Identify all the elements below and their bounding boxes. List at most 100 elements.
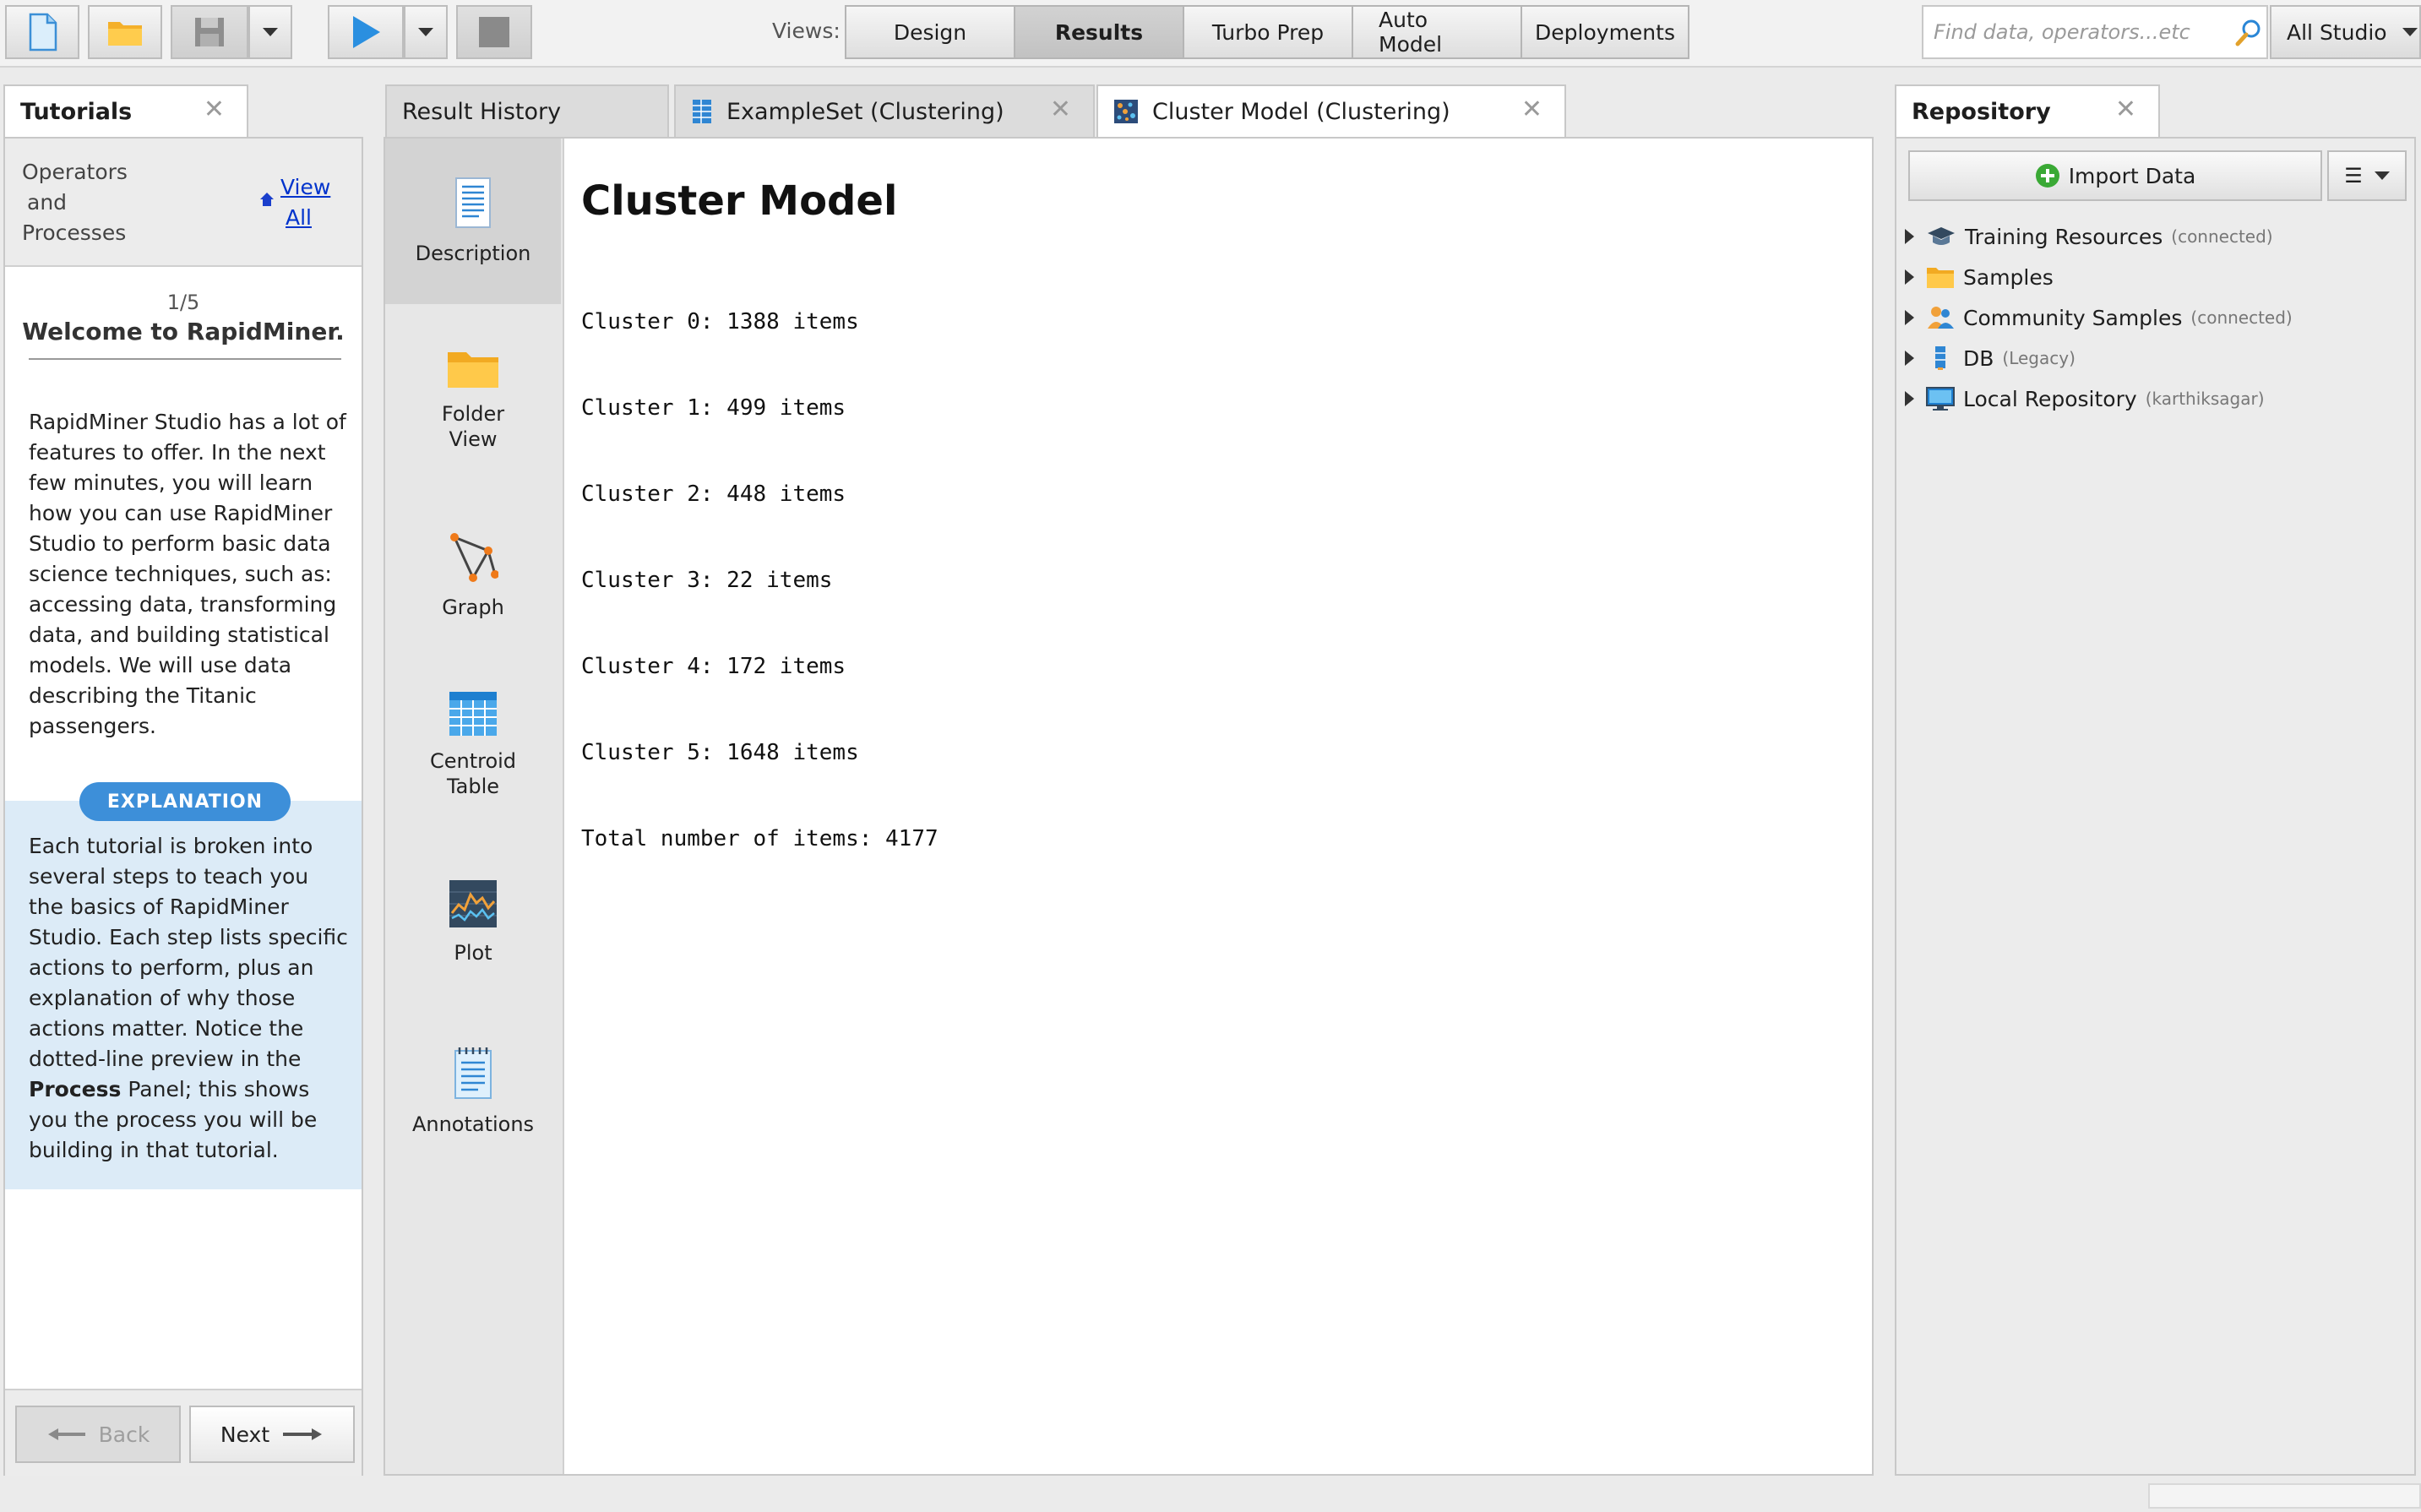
repo-item-note: (connected) (2171, 226, 2273, 247)
global-search (1922, 5, 2268, 59)
repo-item-community-samples[interactable]: Community Samples (connected) (1905, 301, 2293, 334)
repo-item-local-repository[interactable]: Local Repository (karthiksagar) (1905, 382, 2265, 416)
page-title: Cluster Model (581, 177, 898, 225)
search-input[interactable] (1932, 19, 2222, 45)
cluster-line: Cluster 4: 172 items (581, 654, 846, 679)
save-process-button[interactable] (171, 5, 248, 59)
expand-arrow-icon[interactable] (1905, 310, 1914, 325)
nav-label: Annotations (411, 1112, 535, 1136)
explanation-badge: EXPLANATION (79, 782, 291, 821)
search-icon[interactable] (2234, 18, 2263, 46)
nav-annotations[interactable]: Annotations (385, 1009, 561, 1174)
tab-repository[interactable]: Repository ✕ (1895, 84, 2160, 137)
run-process-button[interactable] (328, 5, 404, 59)
chevron-down-icon (2374, 171, 2390, 180)
monitor-icon (1926, 387, 1955, 411)
chevron-down-icon (418, 28, 433, 36)
step-counter: 1/5 (166, 291, 200, 314)
repository-tab-label: Repository (1912, 98, 2051, 125)
tab-cluster-model[interactable]: Cluster Model (Clustering) ✕ (1096, 84, 1566, 137)
new-document-icon (29, 13, 57, 52)
nav-label: Plot (454, 941, 492, 965)
back-button[interactable]: Back (15, 1406, 181, 1463)
stop-process-button[interactable] (456, 5, 532, 59)
expand-arrow-icon[interactable] (1905, 229, 1914, 244)
repo-item-label: Community Samples (1963, 305, 2183, 330)
home-icon (260, 193, 274, 206)
breadcrumb[interactable]: Operators and Processes (22, 157, 128, 248)
explanation-text-part: Each tutorial is broken into several ste… (29, 834, 348, 1071)
nav-graph[interactable]: Graph (385, 493, 561, 659)
tutorials-tab-label: Tutorials (20, 98, 133, 125)
nav-label: Folder View (441, 402, 505, 451)
view-all-link[interactable]: View All (258, 172, 330, 233)
add-circle-icon (2035, 164, 2059, 188)
cluster-line: Cluster 3: 22 items (581, 568, 833, 593)
expand-arrow-icon[interactable] (1905, 269, 1914, 285)
run-options-dropdown[interactable] (404, 5, 448, 59)
repository-menu-button[interactable]: ☰ (2327, 150, 2407, 201)
import-data-button[interactable]: Import Data (1908, 150, 2322, 201)
cluster-model-icon (1114, 100, 1138, 123)
nav-label: Graph (442, 596, 504, 619)
view-turbo-prep-button[interactable]: Turbo Prep (1184, 7, 1353, 57)
nav-description[interactable]: Description (385, 139, 561, 304)
view-deployments-button[interactable]: Deployments (1522, 7, 1688, 57)
nav-plot[interactable]: Plot (385, 840, 561, 1005)
breadcrumb-line: and (27, 190, 68, 215)
repo-item-samples[interactable]: Samples (1905, 260, 2054, 294)
main-toolbar: Views: Design Results Turbo Prep Auto Mo… (0, 0, 2421, 68)
nav-folder-view[interactable]: Folder View (385, 316, 561, 481)
chevron-down-icon (263, 28, 278, 36)
nav-centroid-table[interactable]: Centroid Table (385, 662, 561, 828)
result-view-nav: Description Folder View Graph Centroid T… (385, 139, 564, 1474)
views-label: Views: (772, 19, 841, 43)
search-scope-select[interactable]: All Studio (2270, 5, 2421, 59)
notepad-icon (454, 1047, 492, 1099)
cluster-total-line: Total number of items: 4177 (581, 826, 938, 851)
tutorial-body-text: RapidMiner Studio has a lot of features … (29, 410, 346, 738)
save-options-dropdown[interactable] (248, 5, 292, 59)
repo-item-training-resources[interactable]: Training Resources (connected) (1905, 220, 2273, 253)
chevron-down-icon (2402, 28, 2418, 36)
cluster-summary: Cluster 0: 1388 items Cluster 1: 499 ite… (581, 250, 938, 911)
repository-panel: Import Data ☰ Training Resources (connec… (1895, 137, 2416, 1476)
view-results-button[interactable]: Results (1015, 7, 1184, 57)
graph-icon (450, 533, 498, 582)
next-button[interactable]: Next (189, 1406, 355, 1463)
folder-icon (1927, 268, 1954, 288)
view-auto-model-button[interactable]: Auto Model (1353, 7, 1522, 57)
close-icon[interactable]: ✕ (204, 95, 225, 124)
explanation-bold-term: Process (29, 1077, 122, 1101)
expand-arrow-icon[interactable] (1905, 391, 1914, 406)
cluster-line: Cluster 2: 448 items (581, 481, 846, 507)
breadcrumb-line: Processes (22, 220, 127, 245)
close-icon[interactable]: ✕ (1521, 95, 1542, 124)
view-all-line: All (286, 205, 312, 230)
tab-result-history[interactable]: Result History (385, 84, 669, 137)
view-design-button[interactable]: Design (846, 7, 1015, 57)
tab-tutorials[interactable]: Tutorials ✕ (3, 84, 248, 137)
tab-exampleset[interactable]: ExampleSet (Clustering) ✕ (674, 84, 1095, 137)
folder-icon (448, 352, 498, 388)
repo-item-db[interactable]: DB (Legacy) (1905, 341, 2076, 375)
folder-icon (108, 22, 142, 46)
open-process-button[interactable] (88, 5, 162, 59)
title-divider (29, 358, 341, 360)
explanation-text: Each tutorial is broken into several ste… (29, 831, 350, 1166)
import-data-label: Import Data (2068, 163, 2196, 188)
graduation-cap-icon (1928, 227, 1955, 245)
repo-item-note: (connected) (2190, 307, 2293, 328)
breadcrumb-line: Operators (22, 160, 128, 184)
new-process-button[interactable] (5, 5, 79, 59)
arrow-left-icon (47, 1428, 85, 1440)
view-switcher: Design Results Turbo Prep Auto Model Dep… (845, 5, 1689, 59)
repo-item-note: (karthiksagar) (2145, 389, 2265, 409)
nav-label: Description (415, 242, 531, 265)
plot-chart-icon (449, 880, 497, 927)
results-panel: Description Folder View Graph Centroid T… (384, 137, 1874, 1476)
close-icon[interactable]: ✕ (1050, 95, 1071, 124)
cluster-line: Cluster 0: 1388 items (581, 309, 859, 334)
close-icon[interactable]: ✕ (2115, 95, 2136, 124)
expand-arrow-icon[interactable] (1905, 351, 1914, 366)
